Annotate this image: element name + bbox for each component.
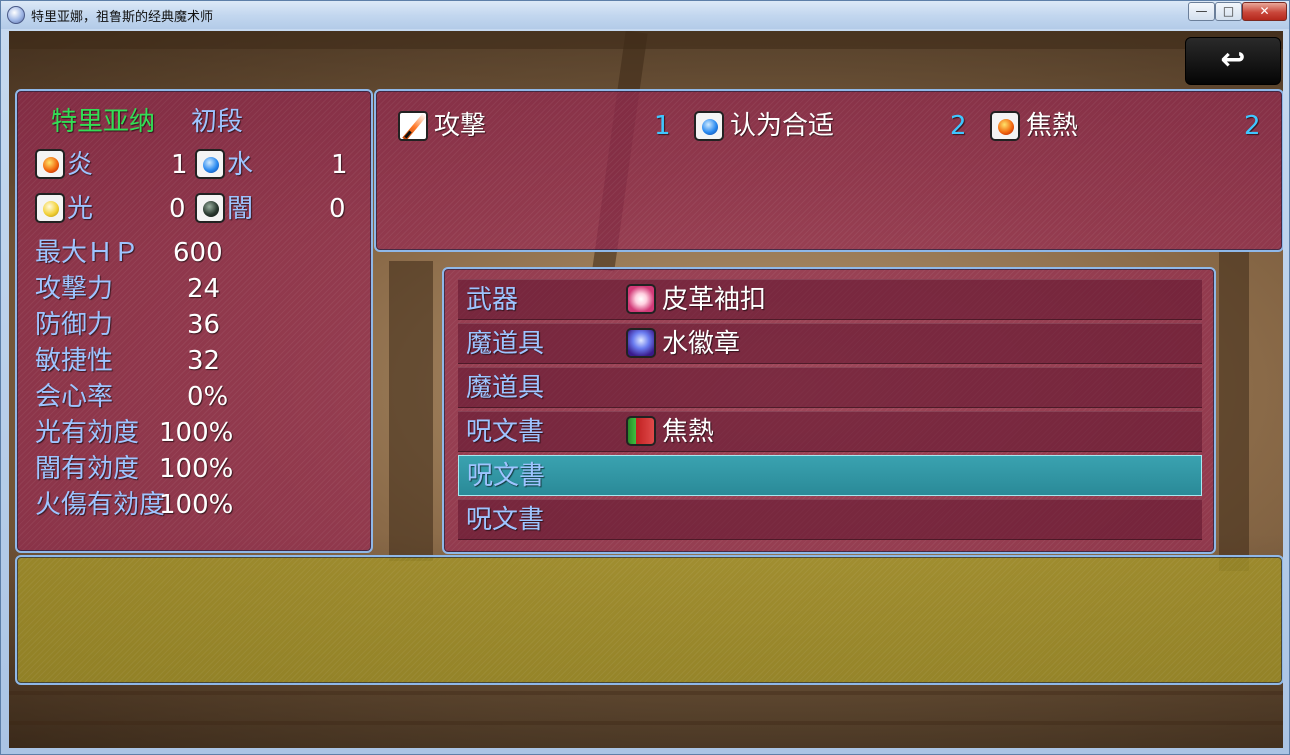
skills-panel: 攻撃 1 认为合适 2 焦熱 2 (374, 89, 1283, 252)
equip-slot-row[interactable]: 呪文書 (458, 499, 1202, 540)
stat-value: 600 (173, 238, 223, 268)
slot-label: 呪文書 (466, 505, 545, 535)
slot-label: 呪文書 (466, 417, 545, 447)
attack-sword-icon (398, 111, 428, 141)
stat-label: 火傷有効度 (35, 490, 166, 520)
stat-value: 100% (159, 454, 234, 484)
title-bar[interactable]: 特里亚娜，祖鲁斯的经典魔术师 — □ ✕ (1, 1, 1289, 29)
water-badge-icon (626, 328, 656, 358)
skill-name: 焦熱 (1026, 111, 1079, 141)
status-panel: 特里亚纳 初段 炎 1 水 1 光 0 闇 0 最大ＨＰ 600 攻撃力 24 … (15, 89, 373, 553)
element-label: 炎 (67, 150, 94, 180)
app-icon (7, 6, 25, 24)
stat-value: 100% (159, 490, 234, 520)
skill-name: 攻撃 (434, 111, 487, 141)
item-name: 皮革袖扣 (662, 285, 767, 315)
stat-value: 100% (159, 418, 234, 448)
element-label: 水 (227, 150, 254, 180)
wall-post-right (1219, 251, 1249, 571)
stat-label: 攻撃力 (35, 274, 114, 304)
skill-cost: 1 (654, 111, 671, 141)
maximize-button[interactable]: □ (1215, 2, 1242, 21)
return-arrow-icon: ↩ (1220, 42, 1246, 77)
stat-label: 会心率 (35, 382, 114, 412)
game-window: 特里亚娜，祖鲁斯的经典魔术师 — □ ✕ ↩ 特里亚纳 初段 炎 1 水 1 光… (0, 0, 1290, 755)
element-label: 光 (67, 194, 94, 224)
help-description-panel (15, 555, 1283, 685)
equip-slot-row[interactable]: 武器 皮革袖扣 (458, 279, 1202, 320)
equip-slot-row-selected[interactable]: 呪文書 (458, 455, 1202, 496)
skill-cost: 2 (950, 111, 967, 141)
stat-label: 防御力 (35, 310, 114, 340)
character-name: 特里亚纳 (51, 107, 156, 137)
spellbook-icon (626, 416, 656, 446)
stat-label: 光有効度 (35, 418, 140, 448)
equip-slot-row[interactable]: 魔道具 (458, 367, 1202, 408)
slot-label: 魔道具 (466, 373, 545, 403)
skill-name: 认为合适 (730, 111, 835, 141)
fire-orb-icon (35, 149, 65, 179)
item-name: 焦熱 (662, 417, 715, 447)
element-value: 1 (331, 150, 348, 180)
stat-value: 36 (187, 310, 221, 340)
floor-plank (9, 691, 1283, 695)
stat-label: 最大ＨＰ (35, 238, 140, 268)
character-rank: 初段 (191, 107, 244, 137)
stat-value: 0% (187, 382, 229, 412)
element-value: 1 (171, 150, 188, 180)
slot-label: 呪文書 (467, 461, 546, 491)
water-orb-icon (694, 111, 724, 141)
equip-slot-row[interactable]: 呪文書 焦熱 (458, 411, 1202, 452)
game-viewport: ↩ 特里亚纳 初段 炎 1 水 1 光 0 闇 0 最大ＨＰ 600 攻撃力 2… (9, 31, 1283, 748)
floor-plank (9, 721, 1283, 725)
light-orb-icon (35, 193, 65, 223)
equip-slot-row[interactable]: 魔道具 水徽章 (458, 323, 1202, 364)
element-value: 0 (169, 194, 186, 224)
item-name: 水徽章 (662, 329, 741, 359)
water-orb-icon (195, 149, 225, 179)
slot-label: 魔道具 (466, 329, 545, 359)
minimize-button[interactable]: — (1188, 2, 1215, 21)
dark-orb-icon (195, 193, 225, 223)
wall-post (389, 261, 433, 561)
skill-cost: 2 (1244, 111, 1261, 141)
close-button[interactable]: ✕ (1242, 2, 1287, 21)
element-value: 0 (329, 194, 346, 224)
stat-value: 24 (187, 274, 221, 304)
window-title: 特里亚娜，祖鲁斯的经典魔术师 (31, 10, 214, 25)
back-button[interactable]: ↩ (1185, 37, 1281, 85)
stat-label: 闇有効度 (35, 454, 140, 484)
slot-label: 武器 (466, 285, 519, 315)
leather-bracer-icon (626, 284, 656, 314)
element-label: 闇 (227, 194, 254, 224)
stat-label: 敏捷性 (35, 346, 114, 376)
fire-orb-icon (990, 111, 1020, 141)
equipment-panel: 武器 皮革袖扣 魔道具 水徽章 魔道具 呪文書 焦熱 呪文書 呪文書 (442, 267, 1216, 554)
stat-value: 32 (187, 346, 221, 376)
